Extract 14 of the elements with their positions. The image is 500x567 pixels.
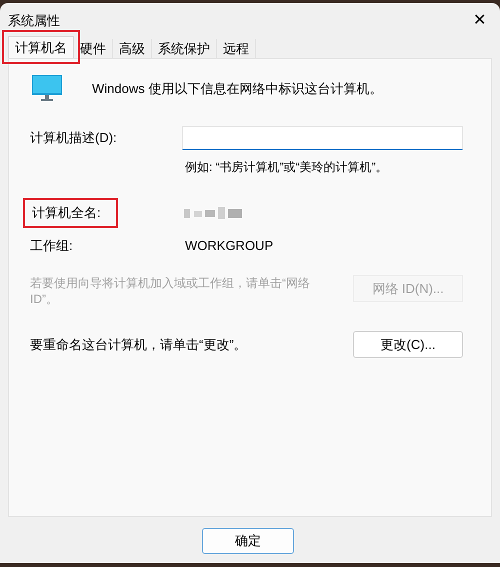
field-label: 计算机描述(D): [29,129,118,148]
description-field[interactable] [182,126,463,150]
field-label: 计算机全名: [23,198,118,228]
field-label: 工作组: [29,236,74,254]
change-button[interactable]: 更改(C)... [353,331,463,358]
network-hint: 若要使用向导将计算机加入域或工作组，请单击“网络 ID”。 [30,275,311,307]
rename-hint: 要重命名这台计算机，请单击“更改”。 [30,336,247,354]
workgroup-value: WORKGROUP [185,236,274,254]
window-title: 系统属性 [8,12,60,30]
ok-button[interactable]: 确定 [202,528,294,554]
monitor-icon [32,75,62,102]
example-text: 例如: “书房计算机”或“美玲的计算机”。 [185,159,389,176]
close-button[interactable]: ✕ [469,13,490,29]
intro-text: Windows 使用以下信息在网络中标识这台计算机。 [92,80,382,98]
